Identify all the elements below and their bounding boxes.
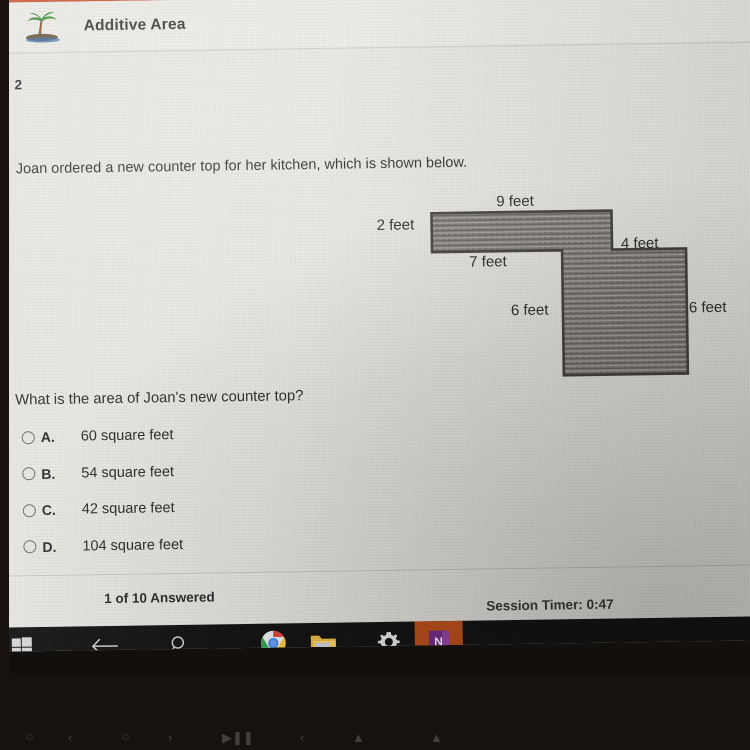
- footer-divider: [0, 564, 750, 577]
- key-brightness-down: ☼: [24, 728, 36, 743]
- palm-tree-island-icon: [19, 8, 64, 47]
- key-bracket: ‹: [68, 730, 73, 745]
- radio-button-c[interactable]: [22, 503, 36, 518]
- dim-top-9ft: 9 feet: [496, 192, 534, 211]
- search-button[interactable]: [149, 625, 210, 652]
- onenote-icon: N: [426, 627, 452, 652]
- choice-text-d: 104 square feet: [82, 536, 184, 555]
- answer-choice-b[interactable]: B. 54 square feet: [22, 453, 182, 492]
- svg-text:N: N: [434, 634, 443, 648]
- laptop-keyboard-area: ☼ ‹ ☼ › ▶❚❚ ‹ ▲ ▲: [0, 678, 750, 750]
- key-volume: ▲: [430, 730, 443, 745]
- counter-top-shape: [430, 209, 690, 377]
- dim-inner-left-6ft: 6 feet: [510, 301, 549, 320]
- counter-top-figure: 2 feet 9 feet 7 feet 4 feet 6 feet 6 fee…: [368, 181, 741, 386]
- folder-icon: [309, 630, 336, 652]
- key-mute: ▲: [352, 730, 365, 745]
- question-stem: Joan ordered a new counter top for her k…: [15, 154, 468, 178]
- explorer-button[interactable]: [299, 623, 348, 652]
- back-arrow-icon: [90, 634, 120, 652]
- answered-count: 1 of 10 Answered: [104, 589, 215, 607]
- answer-choice-d[interactable]: D. 104 square feet: [23, 526, 183, 565]
- onenote-button[interactable]: N: [414, 620, 464, 652]
- choice-text-a: 60 square feet: [80, 427, 174, 445]
- dim-left-2ft: 2 feet: [376, 216, 415, 235]
- answer-choice-list: A. 60 square feet B. 54 square feet C. 4…: [21, 417, 183, 565]
- choice-letter-a: A.: [40, 429, 55, 446]
- chrome-icon: [259, 629, 286, 652]
- answer-choice-c[interactable]: C. 42 square feet: [22, 490, 183, 529]
- laptop-bezel-left: [0, 0, 9, 700]
- key-play-pause: ▶❚❚: [222, 730, 254, 745]
- settings-button[interactable]: [365, 622, 414, 652]
- search-icon: [168, 633, 190, 652]
- choice-letter-c: C.: [41, 502, 56, 519]
- windows-taskbar: N: [0, 616, 750, 652]
- choice-text-b: 54 square feet: [81, 463, 175, 482]
- key-slash: ›: [168, 730, 173, 745]
- question-number: 2: [14, 77, 23, 93]
- key-caret: ‹: [300, 730, 305, 745]
- radio-button-b[interactable]: [22, 467, 36, 481]
- session-timer: Session Timer: 0:47: [486, 596, 614, 614]
- radio-button-d[interactable]: [23, 540, 37, 554]
- chrome-button[interactable]: [249, 623, 298, 652]
- dim-top-right-4ft: 4 feet: [620, 234, 659, 253]
- app-header: Additive Area: [0, 0, 750, 54]
- dim-under-7ft: 7 feet: [469, 253, 507, 271]
- back-button[interactable]: [75, 626, 136, 652]
- radio-button-a[interactable]: [21, 430, 35, 445]
- choice-letter-b: B.: [41, 465, 56, 482]
- dim-right-6ft: 6 feet: [688, 298, 727, 317]
- answer-choice-a[interactable]: A. 60 square feet: [21, 417, 181, 456]
- quiz-application: Additive Area 2 Joan ordered a new count…: [0, 0, 750, 652]
- laptop-screen-photo: Additive Area 2 Joan ordered a new count…: [0, 0, 750, 750]
- app-title: Additive Area: [83, 15, 186, 35]
- choice-letter-d: D.: [42, 538, 57, 555]
- gear-icon: [377, 629, 401, 652]
- key-brightness-up: ☼: [120, 728, 132, 743]
- windows-logo-icon: [11, 636, 33, 652]
- choice-text-c: 42 square feet: [81, 500, 175, 518]
- question-prompt: What is the area of Joan's new counter t…: [15, 388, 304, 409]
